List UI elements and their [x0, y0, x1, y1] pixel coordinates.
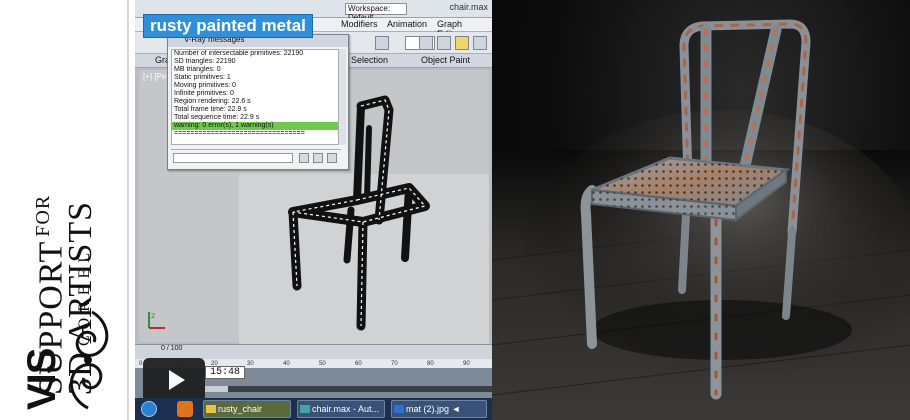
folder-icon — [206, 405, 216, 413]
firefox-icon[interactable] — [177, 401, 193, 417]
video-title-label: rusty painted metal — [143, 14, 313, 38]
vray-log-line: Total frame time: 22.9 s — [174, 106, 247, 113]
toolbar-button[interactable] — [473, 36, 487, 50]
render-scene — [492, 19, 910, 420]
tick-label: 60 — [355, 361, 362, 367]
axis-gizmo-icon: z — [148, 311, 165, 329]
tick-label: 30 — [247, 361, 254, 367]
video-progress-fill — [205, 386, 228, 392]
taskbar-photoshop-label: mat (2).jpg ◄ — [406, 404, 461, 414]
vray-log-line: SD triangles: 22190 — [174, 58, 236, 65]
tick-label: 90 — [463, 361, 470, 367]
vray-filter-input[interactable] — [173, 153, 293, 163]
tick-label: 70 — [391, 361, 398, 367]
taskbar-3dsmax-label: chair.max - Aut... — [312, 404, 380, 414]
vray-button[interactable] — [327, 153, 337, 163]
vray-log: Number of intersectable primitives: 2219… — [171, 49, 341, 145]
video-timestamp: 15:48 — [205, 366, 246, 379]
vray-log-line: Static primitives: 1 — [174, 74, 231, 81]
vray-log-line: Region rendering: 22.6 s — [174, 98, 251, 105]
ornament-icon — [69, 310, 109, 410]
vray-scrollbar[interactable] — [338, 49, 346, 145]
vray-log-line: Total sequence time: 22.9 s — [174, 114, 260, 121]
taskbar-folder-label: rusty_chair — [218, 404, 263, 414]
logo-divider — [127, 0, 129, 420]
start-orb-icon[interactable] — [141, 401, 157, 417]
chair-render — [492, 0, 910, 420]
play-button[interactable] — [143, 358, 205, 402]
taskbar-folder[interactable]: rusty_chair — [203, 400, 291, 418]
photoshop-icon — [394, 405, 404, 413]
tab-selection[interactable]: Selection — [351, 55, 388, 65]
frame-counter: 0 / 100 — [161, 345, 183, 352]
taskbar-3dsmax[interactable]: chair.max - Aut... — [297, 400, 385, 418]
vray-controls — [171, 149, 341, 165]
toolbar-button[interactable] — [419, 36, 433, 50]
video-progress-bar[interactable] — [205, 386, 492, 392]
logo-vis-text: VIS — [20, 348, 64, 410]
screenshot-root: SUPPORTFOR 3D ARTISTS VIS CORBEL Workspa… — [0, 0, 910, 420]
vray-button[interactable] — [299, 153, 309, 163]
tick-label: 40 — [283, 361, 290, 367]
workspace-dropdown[interactable]: Workspace: Default — [345, 3, 407, 22]
tick-label: 50 — [319, 361, 326, 367]
tick-label: 0 — [139, 361, 143, 367]
vray-log-line: MB triangles: 0 — [174, 66, 221, 73]
menu-animation[interactable]: Animation — [387, 19, 427, 29]
window-title: chair.max — [449, 2, 488, 12]
svg-text:z: z — [151, 311, 155, 320]
menu-modifiers[interactable]: Modifiers — [341, 19, 378, 29]
video-player[interactable]: Workspace: Default chair.max Modifiers A… — [135, 0, 492, 420]
move-icon[interactable] — [437, 36, 451, 50]
vray-separator: ================================ — [174, 130, 305, 137]
vray-messages-window[interactable]: V-Ray messages Number of intersectable p… — [167, 34, 349, 170]
tick-label: 80 — [427, 361, 434, 367]
vray-log-line: Moving primitives: 0 — [174, 82, 236, 89]
vray-log-line: Infinite primitives: 0 — [174, 90, 234, 97]
chair-shadow — [592, 300, 852, 360]
select-icon[interactable] — [455, 36, 469, 50]
3dsmax-icon — [300, 405, 310, 413]
toolbar-button[interactable] — [375, 36, 389, 50]
tab-object-paint[interactable]: Object Paint — [421, 55, 470, 65]
vray-button[interactable] — [313, 153, 323, 163]
logo-for-word: FOR — [32, 194, 54, 237]
viscorbel-logo-panel: SUPPORTFOR 3D ARTISTS VIS CORBEL — [0, 0, 130, 420]
play-icon — [169, 370, 185, 390]
taskbar-photoshop[interactable]: mat (2).jpg ◄ — [391, 400, 487, 418]
vray-warning-line: warning: 0 error(s), 1 warning(s) — [172, 122, 340, 130]
vray-log-line: Number of intersectable primitives: 2219… — [174, 50, 304, 57]
windows-taskbar: rusty_chair chair.max - Aut... mat (2).j… — [135, 398, 492, 420]
